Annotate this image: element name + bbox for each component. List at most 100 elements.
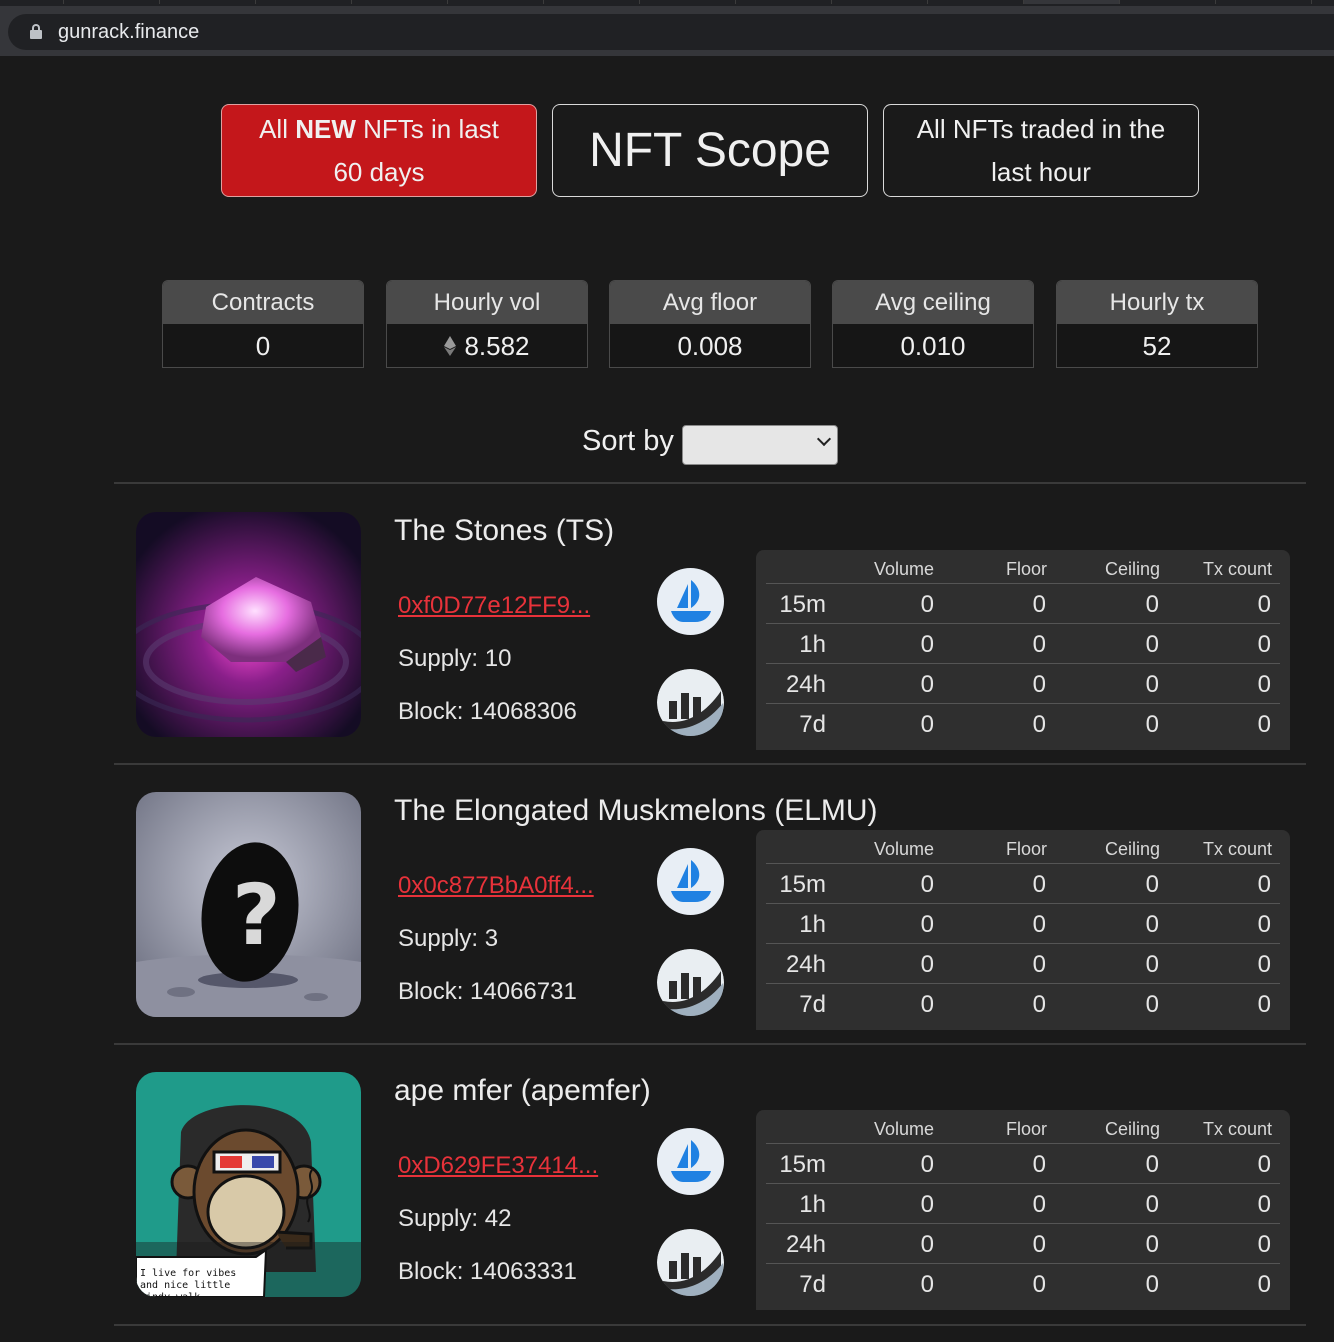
collection-image[interactable]: I live for vibes and nice little lindy w… [136, 1072, 361, 1297]
row-label: 7d [799, 711, 826, 738]
cell-floor: 0 [1032, 591, 1046, 618]
table-row: 15m 0 0 0 0 [766, 863, 1280, 903]
cell-floor: 0 [1032, 951, 1046, 978]
cell-tx-count: 0 [1257, 671, 1271, 698]
sort-select[interactable] [682, 425, 838, 465]
row-label: 1h [799, 911, 826, 938]
url-field[interactable]: gunrack.finance [8, 14, 1334, 50]
cell-ceiling: 0 [1145, 671, 1159, 698]
collection-image[interactable]: ? [136, 792, 361, 1017]
cell-ceiling: 0 [1145, 1151, 1159, 1178]
cell-ceiling: 0 [1145, 591, 1159, 618]
sort-label: Sort by [582, 425, 674, 457]
table-row: 24h 0 0 0 0 [766, 943, 1280, 983]
stat-label: Avg ceiling [833, 281, 1033, 324]
cell-ceiling: 0 [1145, 631, 1159, 658]
header-tx-count: Tx count [1202, 1119, 1272, 1139]
opensea-icon[interactable] [657, 848, 724, 915]
cell-volume: 0 [920, 1151, 934, 1178]
stat-value: 52 [1057, 324, 1257, 367]
table-row: 1h 0 0 0 0 [766, 623, 1280, 663]
supply-text: Supply: 42 [398, 1205, 512, 1232]
new-nfts-button[interactable]: All NEW NFTs in last 60 days [221, 104, 537, 197]
stats-table: Volume Floor Ceiling Tx count 15m 0 0 0 … [756, 550, 1290, 750]
url-text: gunrack.finance [58, 21, 200, 43]
nft-scope-label: NFT Scope [589, 124, 831, 177]
contract-address-link[interactable]: 0x0c877BbA0ff4... [398, 872, 594, 900]
lock-icon[interactable] [30, 24, 42, 39]
cell-floor: 0 [1032, 871, 1046, 898]
cell-ceiling: 0 [1145, 711, 1159, 738]
image-caption: I live for vibes and nice little lindy w… [140, 1268, 237, 1297]
cell-tx-count: 0 [1257, 991, 1271, 1018]
chart-icon[interactable] [657, 669, 724, 736]
header-floor: Floor [1005, 1119, 1047, 1139]
collection-card: I live for vibes and nice little lindy w… [114, 1044, 1306, 1324]
nft-scope-button[interactable]: NFT Scope [552, 104, 868, 197]
block-text: Block: 14066731 [398, 978, 577, 1005]
collection-title: The Elongated Muskmelons (ELMU) [394, 794, 878, 827]
cell-tx-count: 0 [1257, 591, 1271, 618]
cell-volume: 0 [920, 1191, 934, 1218]
row-label: 15m [779, 591, 826, 618]
collection-title: The Stones (TS) [394, 514, 615, 547]
cell-tx-count: 0 [1257, 871, 1271, 898]
cell-ceiling: 0 [1145, 991, 1159, 1018]
cell-floor: 0 [1032, 631, 1046, 658]
header-volume: Volume [873, 839, 934, 859]
stat-avg-floor: Avg floor 0.008 [609, 280, 811, 368]
row-label: 1h [799, 631, 826, 658]
contract-address-link[interactable]: 0xD629FE37414... [398, 1152, 598, 1180]
table-header: Volume Floor Ceiling Tx count [756, 559, 1290, 583]
table-header: Volume Floor Ceiling Tx count [756, 1119, 1290, 1143]
stat-contracts: Contracts 0 [162, 280, 364, 368]
table-row: 7d 0 0 0 0 [766, 983, 1280, 1023]
row-label: 24h [785, 671, 826, 698]
chart-icon[interactable] [657, 949, 724, 1016]
cell-tx-count: 0 [1257, 911, 1271, 938]
cell-floor: 0 [1032, 671, 1046, 698]
stat-hourly-vol: Hourly vol 8.582 [386, 280, 588, 368]
collection-image[interactable] [136, 512, 361, 737]
row-label: 24h [785, 1231, 826, 1258]
ethereum-icon [444, 336, 457, 356]
cell-tx-count: 0 [1257, 951, 1271, 978]
stat-value: 0.008 [610, 324, 810, 367]
header-floor: Floor [1005, 559, 1047, 579]
stat-value: 0.010 [833, 324, 1033, 367]
traded-last-hour-button[interactable]: All NFTs traded in the last hour [883, 104, 1199, 197]
cell-floor: 0 [1032, 1231, 1046, 1258]
contract-address-link[interactable]: 0xf0D77e12FF9... [398, 592, 590, 620]
cell-ceiling: 0 [1145, 951, 1159, 978]
collection-card: ? The Elongated Muskmelons (ELMU) 0x0c87… [114, 764, 1306, 1044]
cell-volume: 0 [920, 951, 934, 978]
header-ceiling: Ceiling [1104, 559, 1160, 579]
table-row: 15m 0 0 0 0 [766, 1143, 1280, 1183]
cell-tx-count: 0 [1257, 631, 1271, 658]
cell-volume: 0 [920, 591, 934, 618]
collection-card: The Stones (TS) 0xf0D77e12FF9... Supply:… [114, 484, 1306, 764]
supply-text: Supply: 3 [398, 925, 499, 952]
stat-avg-ceiling: Avg ceiling 0.010 [832, 280, 1034, 368]
cell-floor: 0 [1032, 991, 1046, 1018]
header-floor: Floor [1005, 839, 1047, 859]
cell-volume: 0 [920, 871, 934, 898]
header-ceiling: Ceiling [1104, 1119, 1160, 1139]
cell-ceiling: 0 [1145, 1231, 1159, 1258]
table-row: 15m 0 0 0 0 [766, 583, 1280, 623]
cell-ceiling: 0 [1145, 871, 1159, 898]
cell-volume: 0 [920, 631, 934, 658]
cell-tx-count: 0 [1257, 1151, 1271, 1178]
chart-icon[interactable] [657, 1229, 724, 1296]
cell-floor: 0 [1032, 1271, 1046, 1298]
table-row: 7d 0 0 0 0 [766, 1263, 1280, 1303]
opensea-icon[interactable] [657, 568, 724, 635]
cell-tx-count: 0 [1257, 711, 1271, 738]
chevron-down-icon [816, 431, 832, 447]
row-label: 15m [779, 1151, 826, 1178]
opensea-icon[interactable] [657, 1128, 724, 1195]
supply-text: Supply: 10 [398, 645, 512, 672]
block-text: Block: 14063331 [398, 1258, 577, 1285]
stat-hourly-tx: Hourly tx 52 [1056, 280, 1258, 368]
header-tx-count: Tx count [1202, 839, 1272, 859]
